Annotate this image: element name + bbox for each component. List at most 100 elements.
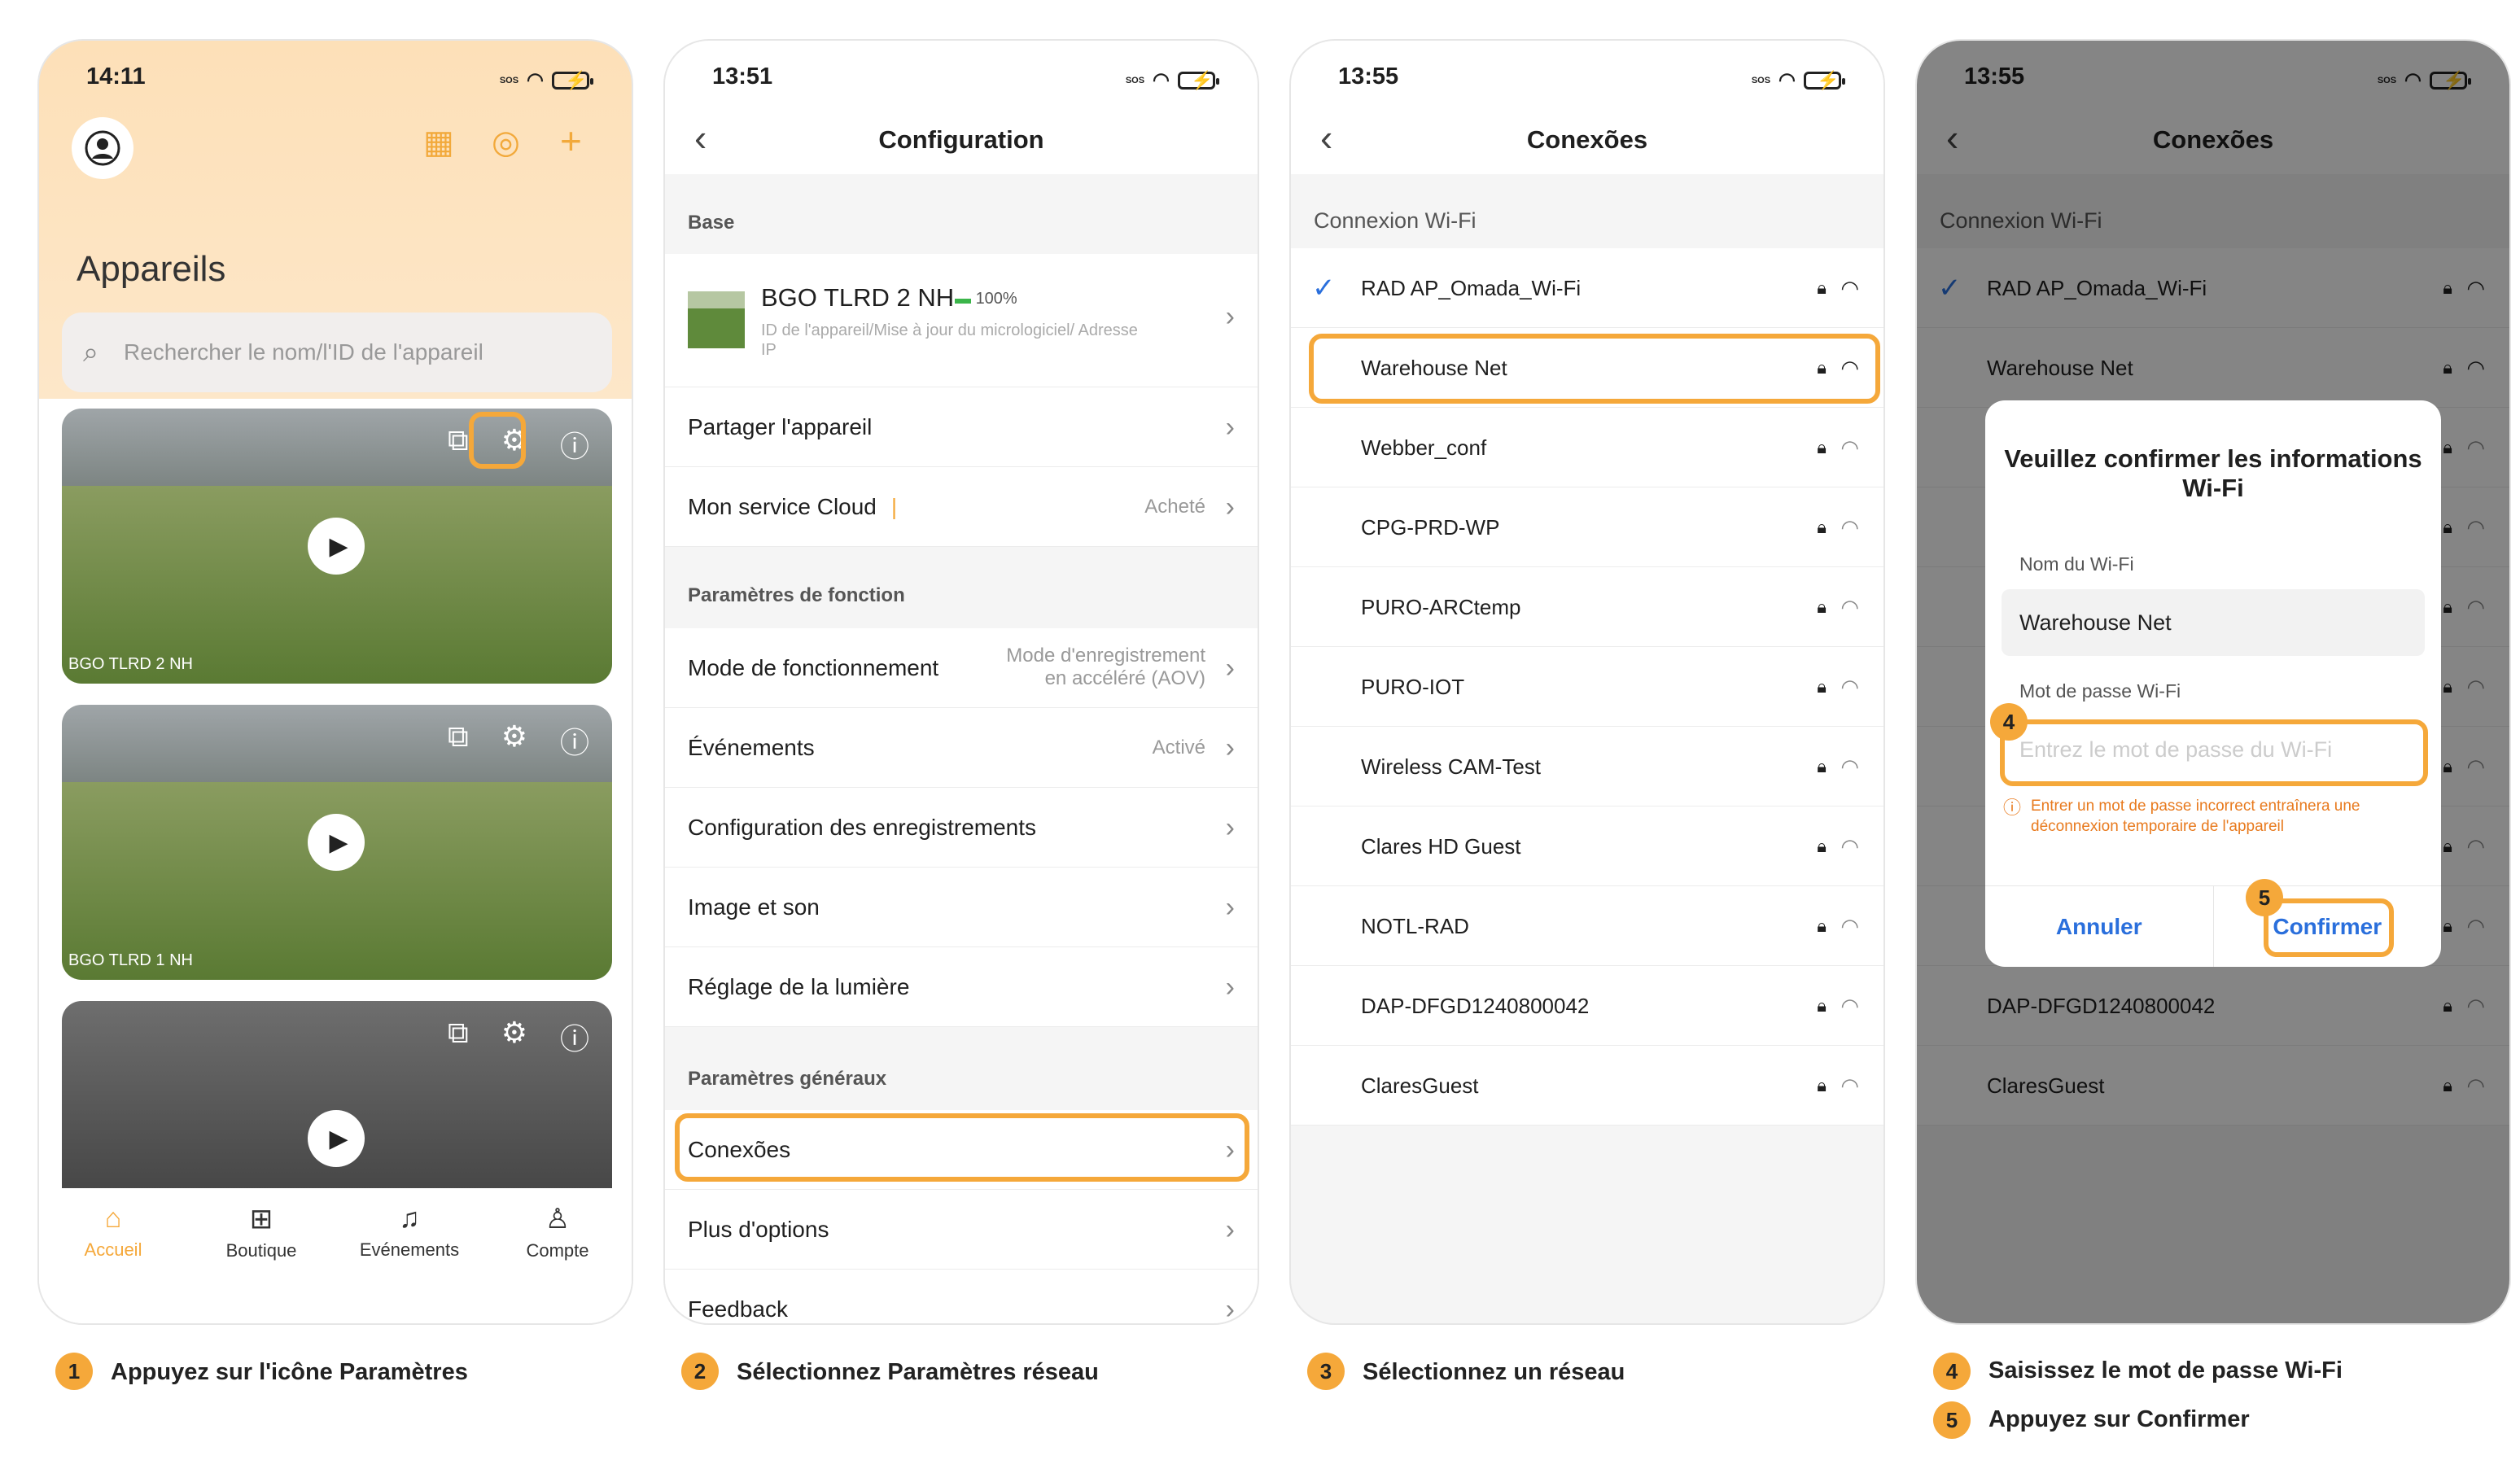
tab-home[interactable]: ⌂ Accueil xyxy=(39,1203,187,1323)
add-icon[interactable]: + xyxy=(560,119,582,163)
cart-icon: ⊞ xyxy=(249,1204,273,1235)
wifi-icon: ◠ xyxy=(527,69,544,91)
tab-account[interactable]: ♙ Compte xyxy=(483,1203,632,1323)
help-icon[interactable]: ⓘ xyxy=(560,1016,589,1058)
tab-events[interactable]: ♫ Evénements xyxy=(335,1203,483,1323)
step-caption: Sélectionnez un réseau xyxy=(1363,1359,1625,1385)
status-time: 14:11 xyxy=(86,63,146,90)
help-icon[interactable]: ⓘ xyxy=(560,719,589,762)
sos-icon: SOS xyxy=(1125,75,1145,85)
events-row[interactable]: Événements Activé › xyxy=(665,708,1258,788)
device-subtitle: ID de l'appareil/Mise à jour du microlog… xyxy=(761,321,1138,359)
avatar[interactable] xyxy=(72,117,133,179)
warning-icon: ⓘ xyxy=(2003,798,2022,818)
camera-name: BGO TLRD 1 NH xyxy=(68,951,193,969)
more-options-row[interactable]: Plus d'options › xyxy=(665,1190,1258,1270)
wifi-confirm-dialog: Veuillez confirmer les informations Wi-F… xyxy=(1985,400,2441,967)
device-info-row[interactable]: BGO TLRD 2 NH ▬ 100% ID de l'appareil/Mi… xyxy=(665,254,1258,387)
cancel-button[interactable]: Annuler xyxy=(1985,886,2214,967)
lock-icon: 🔒︎ xyxy=(1817,995,1827,1016)
playback-icon[interactable]: ⧉ xyxy=(448,1016,469,1058)
recording-config-row[interactable]: Configuration des enregistrements › xyxy=(665,788,1258,868)
gear-icon[interactable]: ⚙ xyxy=(501,719,527,762)
search-input[interactable]: ⌕ Rechercher le nom/l'ID de l'appareil xyxy=(62,313,612,392)
page-title: Appareils xyxy=(77,249,226,289)
camera-icon[interactable]: ◎ xyxy=(492,124,520,161)
section-header: Paramètres de fonction xyxy=(688,584,905,606)
status-bar: 14:11 SOS ◠ ⚡ xyxy=(39,63,632,96)
camera-card[interactable]: ⧉ ⚙ ⓘ ▶ BGO TLRD 2 NH xyxy=(62,409,612,684)
device-name: BGO TLRD 2 NH xyxy=(761,283,955,312)
play-button[interactable]: ▶ xyxy=(308,814,365,871)
checkmark-icon: ✓ xyxy=(1312,273,1336,304)
user-icon xyxy=(85,130,120,166)
qr-grid-icon[interactable]: ▦ xyxy=(423,124,454,161)
dialog-title: Veuillez confirmer les informations Wi-F… xyxy=(2004,444,2422,502)
cloud-service-row[interactable]: Mon service Cloud | Acheté › xyxy=(665,467,1258,547)
wifi-signal-icon: ◠ xyxy=(1840,595,1859,619)
step-caption: Saisissez le mot de passe Wi-Fi xyxy=(1988,1357,2343,1384)
wifi-signal-icon: ◠ xyxy=(1840,675,1859,699)
gear-icon[interactable]: ⚙ xyxy=(501,1016,527,1058)
tab-shop[interactable]: ⊞ Boutique xyxy=(187,1203,335,1323)
wifi-icon: ◠ xyxy=(1778,69,1796,91)
wifi-network-row[interactable]: DAP-DFGD1240800042 🔒︎ ◠ xyxy=(1291,966,1883,1046)
wifi-network-row[interactable]: ClaresGuest 🔒︎ ◠ xyxy=(1291,1046,1883,1126)
status-time: 13:51 xyxy=(712,63,773,90)
play-button[interactable]: ▶ xyxy=(308,518,365,575)
step-badge: 5 xyxy=(2246,879,2283,916)
nav-bar: 13:55 SOS ◠ ⚡ ‹ Conexões xyxy=(1291,41,1883,174)
camera-name: BGO TLRD 2 NH xyxy=(68,655,193,673)
chevron-right-icon: › xyxy=(1225,1214,1235,1245)
image-sound-row[interactable]: Image et son › xyxy=(665,868,1258,947)
playback-icon[interactable]: ⧉ xyxy=(448,423,469,466)
chevron-right-icon: › xyxy=(1225,972,1235,1003)
step-badge: 3 xyxy=(1307,1353,1345,1390)
operating-mode-row[interactable]: Mode de fonctionnement Mode d'enregistrem… xyxy=(665,628,1258,708)
feedback-row[interactable]: Feedback › xyxy=(665,1270,1258,1323)
wifi-network-row[interactable]: Wireless CAM-Test 🔒︎ ◠ xyxy=(1291,727,1883,806)
wifi-signal-icon: ◠ xyxy=(1840,276,1859,300)
step-badge: 4 xyxy=(1933,1353,1971,1390)
phone-screen-wifi-dialog: 13:55 SOS ◠ ⚡ ‹ Conexões Connexion Wi-Fi ✓… xyxy=(1915,39,2511,1325)
wifi-network-row[interactable]: Clares HD Guest 🔒︎ ◠ xyxy=(1291,806,1883,886)
password-label: Mot de passe Wi-Fi xyxy=(2019,680,2181,702)
wifi-network-row[interactable]: Webber_conf 🔒︎ ◠ xyxy=(1291,408,1883,487)
step-badge: 2 xyxy=(681,1353,719,1390)
lock-icon: 🔒︎ xyxy=(1817,517,1827,537)
ssid-field[interactable]: Warehouse Net xyxy=(2002,589,2425,656)
light-settings-row[interactable]: Réglage de la lumière › xyxy=(665,947,1258,1027)
search-icon: ⌕ xyxy=(83,337,99,368)
chevron-right-icon: › xyxy=(1225,812,1235,843)
wifi-network-row[interactable]: NOTL-RAD 🔒︎ ◠ xyxy=(1291,886,1883,966)
wifi-network-row[interactable]: PURO-IOT 🔒︎ ◠ xyxy=(1291,647,1883,727)
playback-icon[interactable]: ⧉ xyxy=(448,719,469,762)
battery-percent: 100% xyxy=(975,290,1017,308)
phone-screen-devices: 14:11 SOS ◠ ⚡ ▦ ◎ + Appareils ⌕ Rechercher … xyxy=(37,39,633,1325)
wifi-network-row[interactable]: PURO-ARCtemp 🔒︎ ◠ xyxy=(1291,567,1883,647)
section-header: Connexion Wi-Fi xyxy=(1314,208,1477,233)
nav-bar: 13:51 SOS ◠ ⚡ ‹ Configuration xyxy=(665,41,1258,174)
highlight-connections xyxy=(675,1113,1249,1182)
wifi-signal-icon: ◠ xyxy=(1840,515,1859,540)
section-header: Base xyxy=(688,212,735,234)
wifi-network-row[interactable]: ✓ RAD AP_Omada_Wi-Fi 🔒︎ ◠ xyxy=(1291,248,1883,328)
step-caption: Sélectionnez Paramètres réseau xyxy=(737,1359,1099,1385)
lock-icon: 🔒︎ xyxy=(1817,278,1827,298)
help-icon[interactable]: ⓘ xyxy=(560,423,589,466)
lock-icon: 🔒︎ xyxy=(1817,676,1827,697)
highlight-confirm xyxy=(2264,898,2394,957)
camera-card[interactable]: ⧉ ⚙ ⓘ ▶ BGO TLRD 1 NH xyxy=(62,705,612,980)
step-badge: 1 xyxy=(55,1353,93,1390)
chevron-right-icon: › xyxy=(1225,301,1235,332)
tab-bar: ⌂ Accueil ⊞ Boutique ♫ Evénements ♙ Compte xyxy=(39,1188,632,1323)
person-icon: ♙ xyxy=(545,1204,571,1235)
chevron-right-icon: › xyxy=(1225,892,1235,923)
share-device-row[interactable]: Partager l'appareil › xyxy=(665,387,1258,467)
wifi-signal-icon: ◠ xyxy=(1840,994,1859,1018)
wifi-network-row[interactable]: CPG-PRD-WP 🔒︎ ◠ xyxy=(1291,487,1883,567)
phone-screen-connections: 13:55 SOS ◠ ⚡ ‹ Conexões Connexion Wi-Fi ✓… xyxy=(1289,39,1885,1325)
phone-screen-configuration: 13:51 SOS ◠ ⚡ ‹ Configuration Base BGO TLR… xyxy=(663,39,1259,1325)
play-button[interactable]: ▶ xyxy=(308,1110,365,1167)
chevron-right-icon: › xyxy=(1225,653,1235,684)
